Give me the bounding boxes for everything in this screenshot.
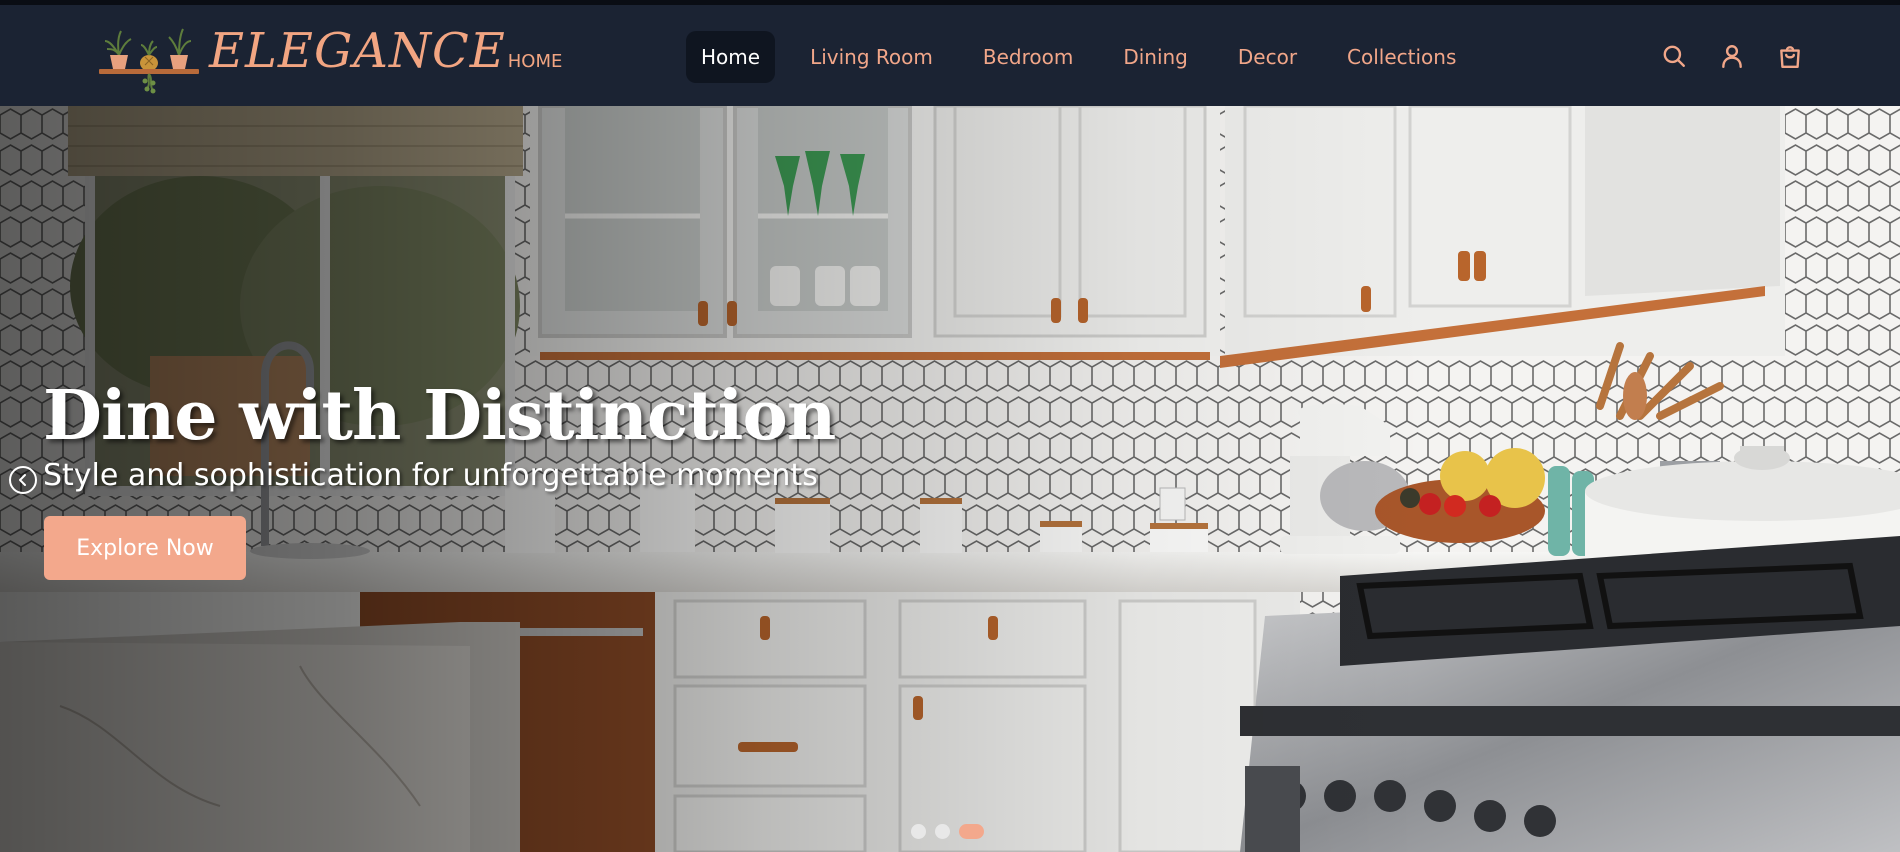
nav-decor[interactable]: Decor xyxy=(1223,31,1312,83)
plant-shelf-icon xyxy=(99,28,199,94)
chevron-left-icon xyxy=(19,474,26,486)
hero-slider: Dine with Distinction Style and sophisti… xyxy=(0,106,1900,852)
slider-prev-button[interactable] xyxy=(9,466,37,494)
shopping-bag-icon[interactable] xyxy=(1777,43,1803,69)
brand-logo[interactable]: ELEGANCE HOME xyxy=(97,19,562,95)
nav-bedroom[interactable]: Bedroom xyxy=(968,31,1088,83)
brand-suffix: HOME xyxy=(507,51,563,72)
nav-home[interactable]: Home xyxy=(686,31,776,83)
search-icon[interactable] xyxy=(1661,43,1687,69)
hero-title: Dine with Distinction xyxy=(43,376,836,456)
nav-living-room[interactable]: Living Room xyxy=(795,31,948,83)
nav-dining[interactable]: Dining xyxy=(1108,31,1203,83)
slider-pagination xyxy=(911,824,984,839)
brand-name: ELEGANCE xyxy=(209,23,506,79)
site-header: ELEGANCE HOME Home Living Room Bedroom D… xyxy=(0,5,1900,106)
slider-dot-3[interactable] xyxy=(959,824,984,839)
explore-now-button[interactable]: Explore Now xyxy=(44,516,246,580)
brand-wordmark: ELEGANCE HOME xyxy=(209,27,562,75)
slider-dot-1[interactable] xyxy=(911,824,926,839)
nav-collections[interactable]: Collections xyxy=(1332,31,1471,83)
slider-dot-2[interactable] xyxy=(935,824,950,839)
hero-subtitle: Style and sophistication for unforgettab… xyxy=(43,458,818,493)
main-navigation: Home Living Room Bedroom Dining Decor Co… xyxy=(686,31,1491,83)
header-actions xyxy=(1661,43,1803,69)
user-icon[interactable] xyxy=(1719,43,1745,69)
